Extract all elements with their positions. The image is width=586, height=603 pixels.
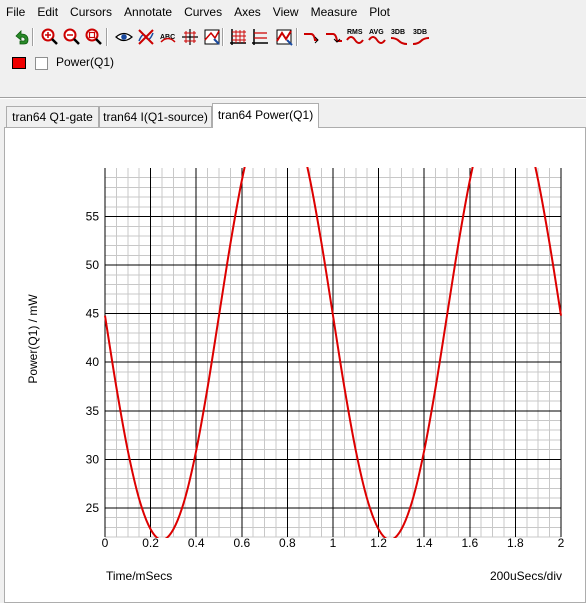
rise-icon [304, 33, 319, 44]
hide-curve-button[interactable] [136, 27, 156, 47]
axis-icon [252, 29, 268, 45]
eye-icon [115, 32, 133, 42]
menu-measure[interactable]: Measure [305, 0, 364, 24]
toolbar-separator [296, 28, 298, 46]
select-curve-icon [204, 29, 220, 45]
grid-button[interactable] [228, 27, 248, 47]
legend-bar: Power(Q1) [0, 52, 586, 72]
plot-panel [4, 127, 586, 603]
toolbar-divider [0, 97, 586, 99]
zoom-out-button[interactable] [62, 27, 82, 47]
3db-low-icon: 3DB [412, 29, 430, 45]
curve-style-button[interactable] [274, 27, 294, 47]
zoom-fit-button[interactable] [84, 27, 104, 47]
avg-icon: AVG [368, 29, 386, 44]
svg-text:AVG: AVG [369, 29, 384, 36]
fall-button[interactable] [324, 27, 344, 47]
zoom-fit-icon [85, 28, 102, 45]
toolbar: ABC RMS AVG 3DB 3DB [0, 25, 586, 51]
avg-button[interactable]: AVG [368, 27, 388, 47]
legend-checkbox[interactable] [35, 57, 48, 70]
svg-text:3DB: 3DB [391, 29, 405, 36]
undo-button[interactable] [12, 27, 32, 47]
menu-plot[interactable]: Plot [363, 0, 396, 24]
axis-button[interactable] [250, 27, 270, 47]
grid-icon [230, 29, 246, 45]
tab-power-q1[interactable]: tran64 Power(Q1) [212, 103, 319, 128]
tab-q1-gate[interactable]: tran64 Q1-gate [6, 106, 99, 127]
eye-button[interactable] [114, 27, 134, 47]
menu-annotate[interactable]: Annotate [118, 0, 178, 24]
svg-text:3DB: 3DB [413, 29, 427, 36]
tab-i-q1-source[interactable]: tran64 I(Q1-source) [99, 106, 212, 127]
cross-grid-button[interactable] [180, 27, 200, 47]
rms-icon: RMS [346, 29, 364, 44]
toolbar-separator [106, 28, 108, 46]
curve-style-icon [276, 29, 293, 46]
zoom-out-icon [63, 28, 80, 45]
3db-high-button[interactable]: 3DB [390, 27, 410, 47]
3db-low-button[interactable]: 3DB [412, 27, 432, 47]
toolbar-separator [222, 28, 224, 46]
label-icon: ABC [160, 34, 176, 43]
rms-button[interactable]: RMS [346, 27, 366, 47]
cross-grid-icon [182, 29, 198, 45]
3db-high-icon: 3DB [390, 29, 408, 45]
svg-text:RMS: RMS [347, 29, 363, 36]
menu-bar: File Edit Cursors Annotate Curves Axes View Mea… [0, 0, 586, 24]
menu-cursors[interactable]: Cursors [64, 0, 118, 24]
zoom-in-button[interactable] [40, 27, 60, 47]
menu-file[interactable]: File [0, 0, 31, 24]
fall-icon [326, 33, 342, 43]
menu-curves[interactable]: Curves [178, 0, 228, 24]
menu-edit[interactable]: Edit [31, 0, 64, 24]
toolbar-separator [32, 28, 34, 46]
hide-curve-icon [138, 29, 154, 45]
legend-color-swatch[interactable] [12, 57, 26, 69]
undo-icon [15, 30, 29, 45]
zoom-in-icon [41, 28, 58, 45]
legend-label: Power(Q1) [56, 55, 115, 69]
menu-view[interactable]: View [267, 0, 305, 24]
label-button[interactable]: ABC [158, 27, 178, 47]
rise-button[interactable] [302, 27, 322, 47]
menu-axes[interactable]: Axes [228, 0, 267, 24]
select-curve-button[interactable] [202, 27, 222, 47]
